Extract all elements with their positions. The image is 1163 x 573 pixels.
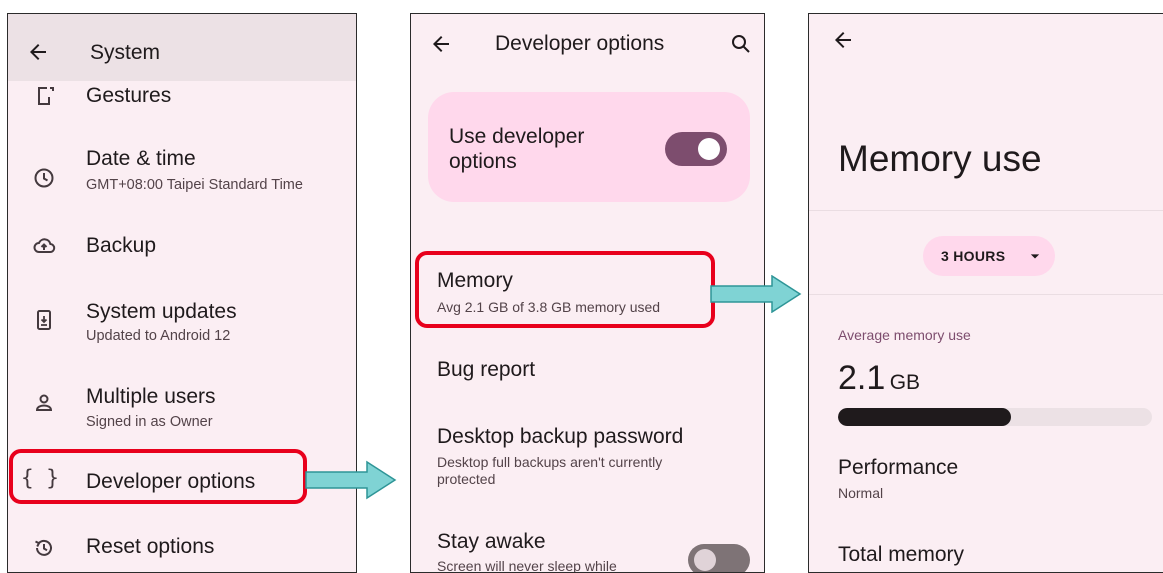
search-icon[interactable]	[727, 30, 755, 58]
person-icon	[30, 389, 58, 417]
memory-usage-fill	[838, 408, 1011, 426]
average-memory-label: Average memory use	[838, 327, 971, 343]
page-title: Developer options	[495, 32, 665, 55]
highlight-memory	[415, 251, 715, 328]
time-range-label: 3 HOURS	[941, 248, 1006, 264]
history-icon	[30, 534, 58, 562]
back-arrow-icon[interactable]	[24, 38, 52, 66]
average-memory-number: 2.1	[838, 359, 886, 397]
use-developer-options-toggle[interactable]	[665, 132, 727, 166]
cloud-upload-icon	[30, 232, 58, 260]
settings-item-summary: Updated to Android 12	[86, 328, 231, 344]
page-title: System	[90, 41, 161, 64]
system-update-icon	[30, 306, 58, 334]
settings-item-summary: Signed in as Owner	[86, 414, 213, 430]
settings-item-label: Multiple users	[86, 385, 216, 408]
settings-item-label: Backup	[86, 234, 157, 257]
time-range-dropdown[interactable]: 3 HOURS	[923, 236, 1055, 276]
bug-report-label: Bug report	[437, 358, 536, 381]
desktop-backup-label: Desktop backup password	[437, 425, 684, 448]
settings-item-label: System updates	[86, 300, 237, 323]
arrow-to-memory-use	[710, 275, 802, 313]
performance-value: Normal	[838, 485, 884, 501]
stay-awake-toggle[interactable]	[688, 544, 750, 572]
arrow-to-developer-options	[305, 460, 397, 500]
settings-item-summary: GMT+08:00 Taipei Standard Time	[86, 177, 303, 193]
divider	[809, 294, 1163, 295]
settings-item-label: Reset options	[86, 535, 215, 558]
memory-use-screen: Memory use 3 HOURS Average memory use 2.…	[808, 13, 1163, 573]
page-title: Memory use	[838, 138, 1042, 179]
system-app-bar	[8, 14, 356, 81]
total-memory-label: Total memory	[838, 543, 965, 566]
divider	[809, 210, 1163, 211]
back-arrow-icon[interactable]	[427, 30, 455, 58]
toggle-knob	[694, 549, 716, 571]
stay-awake-label: Stay awake	[437, 530, 546, 553]
chevron-down-icon	[1025, 246, 1045, 266]
gestures-icon	[30, 82, 58, 110]
use-developer-options-label: Use developer options	[449, 125, 585, 173]
highlight-developer-options	[9, 449, 307, 504]
settings-item-label: Gestures	[86, 84, 172, 107]
desktop-backup-summary: Desktop full backups aren't currently pr…	[437, 454, 663, 487]
use-developer-options-card[interactable]: Use developer options	[428, 92, 750, 202]
average-memory-unit: GB	[889, 371, 921, 394]
toggle-knob	[698, 138, 720, 160]
memory-usage-bar	[838, 408, 1152, 426]
back-arrow-icon[interactable]	[829, 26, 857, 54]
clock-icon	[30, 164, 58, 192]
settings-item-label: Date & time	[86, 147, 196, 170]
average-memory-value: 2.1 GB	[838, 359, 920, 398]
performance-label: Performance	[838, 456, 959, 479]
